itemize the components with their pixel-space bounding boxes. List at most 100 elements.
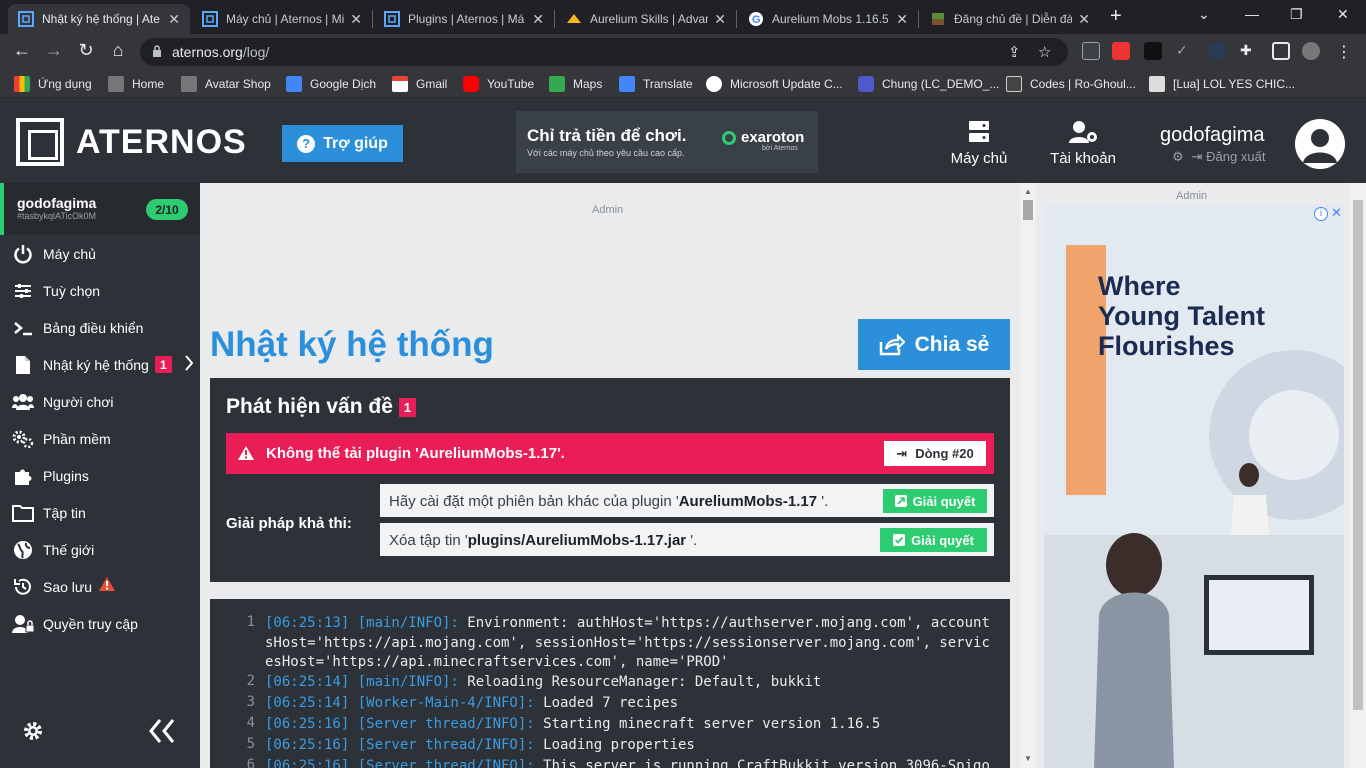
aternos-logo[interactable]: ATERNOS <box>16 118 247 166</box>
close-window-button[interactable]: ✕ <box>1337 6 1349 23</box>
brave-shield-extension-icon[interactable] <box>1082 42 1100 60</box>
fix-button[interactable]: Giải quyết <box>883 489 987 513</box>
youtube-icon <box>463 76 479 92</box>
bookmark-youtube[interactable]: YouTube <box>463 76 534 92</box>
close-tab-icon[interactable]: ✕ <box>1078 11 1090 28</box>
bookmark-maps[interactable]: Maps <box>549 76 602 92</box>
address-bar[interactable]: aternos.org/log/ ⇪ ☆ <box>140 38 1068 66</box>
share-button[interactable]: Chia sẻ <box>858 319 1010 370</box>
sidebar-item-players[interactable]: Người chơi <box>0 383 200 420</box>
bookmark-lua[interactable]: [Lua] LOL YES CHIC... <box>1149 76 1295 92</box>
tab-may-chu[interactable]: Máy chủ | Aternos | Mi ✕ <box>192 4 372 34</box>
log-text: [06:25:14] [main/INFO]: Reloading Resour… <box>265 674 822 690</box>
r-extension-icon[interactable] <box>1208 42 1226 60</box>
check-extension-icon[interactable]: ✓ <box>1176 42 1194 60</box>
chrome-menu-icon[interactable]: ⋮ <box>1336 42 1354 61</box>
collapse-sidebar-icon[interactable] <box>148 718 176 749</box>
bookmark-apps[interactable]: Ứng dụng <box>14 76 92 92</box>
nav-account-label: Tài khoản <box>1050 150 1116 167</box>
lock-icon <box>153 45 161 57</box>
right-ad-area: Admin Where Young Talent Flourishes i ✕ <box>1036 183 1366 768</box>
reload-icon[interactable]: ↻ <box>74 40 98 61</box>
bookmark-microsoft-update[interactable]: Microsoft Update C... <box>706 76 843 92</box>
extensions-puzzle-icon[interactable]: ✚ <box>1240 42 1258 60</box>
bookmark-home[interactable]: Home <box>108 76 164 92</box>
nav-account[interactable]: Tài khoản <box>1045 120 1121 167</box>
nav-servers[interactable]: Máy chủ <box>946 120 1012 167</box>
promo-brand: exaroton <box>741 129 805 146</box>
sidebar-toggle-icon[interactable] <box>1272 42 1290 60</box>
advertisement-banner[interactable]: Where Young Talent Flourishes i ✕ <box>1044 205 1344 768</box>
close-tab-icon[interactable]: ✕ <box>350 11 362 28</box>
share-page-icon[interactable]: ⇪ <box>1008 43 1021 61</box>
avatar[interactable] <box>1295 119 1345 169</box>
settings-gear-icon[interactable]: ⚙ <box>1172 149 1184 165</box>
scrollbar-thumb[interactable] <box>1023 200 1033 220</box>
sidebar-item-software[interactable]: Phần mềm <box>0 420 200 457</box>
sidebar-item-label: Máy chủ <box>43 245 96 262</box>
sliders-icon <box>12 280 34 302</box>
sidebar-item-files[interactable]: Tập tin <box>0 494 200 531</box>
page-scrollbar-thumb[interactable] <box>1353 200 1363 710</box>
back-arrow-icon[interactable]: ← <box>10 40 34 61</box>
tab-plugins[interactable]: Plugins | Aternos | Má ✕ <box>374 4 554 34</box>
ad-close-icon[interactable]: ✕ <box>1331 205 1342 221</box>
sidebar-item-access[interactable]: Quyền truy cập <box>0 605 200 642</box>
scroll-up-arrow-icon[interactable]: ▲ <box>1024 187 1032 196</box>
close-tab-icon[interactable]: ✕ <box>532 11 544 28</box>
settings-gear-icon[interactable] <box>22 720 44 747</box>
sidebar-item-log[interactable]: Nhật ký hệ thống 1 <box>0 346 200 383</box>
page-scrollbar[interactable] <box>1350 183 1366 768</box>
main-content: Admin Nhật ký hệ thống Chia sẻ Phát hiện… <box>200 183 1020 768</box>
line-number: 5 <box>246 736 255 752</box>
help-button[interactable]: ? Trợ giúp <box>282 125 403 162</box>
close-tab-icon[interactable]: ✕ <box>896 11 908 28</box>
jump-to-line-button[interactable]: ⇥ Dòng #20 <box>884 441 986 466</box>
sidebar-item-servers[interactable]: Máy chủ <box>0 235 200 272</box>
profile-avatar-icon[interactable] <box>1302 42 1320 60</box>
video-extension-icon[interactable] <box>1112 42 1130 60</box>
forward-arrow-icon[interactable]: → <box>42 40 66 61</box>
checkbox-check-icon <box>893 534 906 546</box>
bookmark-avatar-shop[interactable]: Avatar Shop <box>181 76 271 92</box>
server-selector[interactable]: godofagima #tasbykqlATicOk0M 2/10 <box>0 183 200 235</box>
page-title: Nhật ký hệ thống <box>210 325 494 364</box>
tab-title: Aurelium Skills | Advar <box>590 12 709 26</box>
content-scrollbar[interactable]: ▲ ▼ <box>1020 183 1036 768</box>
bookmark-translate[interactable]: Translate <box>619 76 693 92</box>
bookmark-gmail[interactable]: Gmail <box>392 76 447 92</box>
sidebar-item-plugins[interactable]: Plugins <box>0 457 200 494</box>
line-number: 1 <box>246 614 255 630</box>
close-tab-icon[interactable]: ✕ <box>714 11 726 28</box>
tab-separator <box>918 10 919 28</box>
user-actions: ⚙ ⇥ Đăng xuất <box>1172 149 1265 165</box>
dark-extension-icon[interactable] <box>1144 42 1162 60</box>
home-icon[interactable]: ⌂ <box>106 40 130 61</box>
exaroton-promo-banner[interactable]: Chỉ trả tiền để chơi. Với các máy chủ th… <box>516 111 818 173</box>
minimize-window-button[interactable]: — <box>1245 6 1259 22</box>
fix-button[interactable]: Giải quyết <box>880 528 987 552</box>
sidebar-item-console[interactable]: Bảng điều khiển <box>0 309 200 346</box>
tab-title: Nhật ký hệ thống | Ate <box>42 12 160 26</box>
sidebar-item-options[interactable]: Tuỳ chọn <box>0 272 200 309</box>
sidebar-item-worlds[interactable]: Thế giới <box>0 531 200 568</box>
bookmark-star-icon[interactable]: ☆ <box>1038 43 1051 61</box>
new-tab-button[interactable]: + <box>1110 5 1122 28</box>
promo-brand-sub: bởi Aternos <box>762 145 798 152</box>
tab-aurelium-skills[interactable]: Aurelium Skills | Advar ✕ <box>556 4 736 34</box>
close-tab-icon[interactable]: ✕ <box>168 11 180 28</box>
bookmark-chung[interactable]: Chung (LC_DEMO_... <box>858 76 999 92</box>
bookmark-google-dich[interactable]: Google Dịch <box>286 76 376 92</box>
spigot-favicon-icon <box>566 11 582 27</box>
bookmark-codes[interactable]: Codes | Ro-Ghoul... <box>1006 76 1136 92</box>
tab-aurelium-mobs[interactable]: G Aurelium Mobs 1.16.5 ✕ <box>738 4 918 34</box>
tab-nhat-ky[interactable]: Nhật ký hệ thống | Ate ✕ <box>8 4 190 34</box>
sidebar-item-backups[interactable]: Sao lưu <box>0 568 200 605</box>
scroll-down-arrow-icon[interactable]: ▼ <box>1024 754 1032 763</box>
tab-search-chevron-icon[interactable]: ⌄ <box>1198 6 1210 23</box>
ad-info-icon[interactable]: i <box>1314 207 1328 221</box>
tab-dang-chu-de[interactable]: Đăng chủ đề | Diễn đà ✕ <box>920 4 1100 34</box>
logout-link[interactable]: ⇥ Đăng xuất <box>1192 149 1266 165</box>
problems-heading: Phát hiện vấn đề 1 <box>226 395 416 419</box>
restore-window-button[interactable]: ❐ <box>1290 6 1303 23</box>
